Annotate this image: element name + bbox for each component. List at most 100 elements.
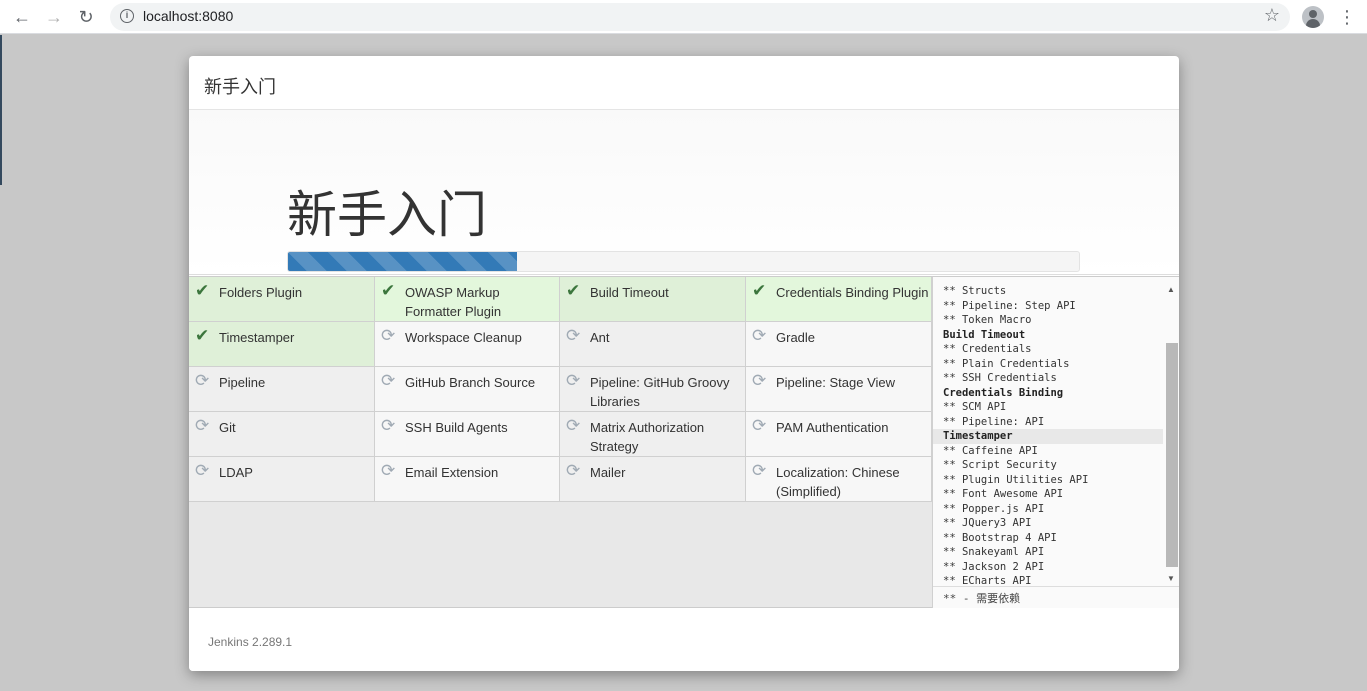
plugin-item: ⟳ SSH Build Agents: [375, 412, 560, 457]
plugin-item: ✔ Timestamper: [189, 322, 375, 367]
plugin-name: OWASP Markup Formatter Plugin: [405, 285, 502, 319]
dialog-title: 新手入门: [204, 77, 276, 97]
log-dependency-line: ** Structs: [943, 285, 1007, 297]
plugin-item: ⟳ Pipeline: Stage View: [746, 367, 932, 412]
log-scrollbar[interactable]: ▲ ▼: [1163, 283, 1179, 585]
plugin-item: ⟳ GitHub Branch Source: [375, 367, 560, 412]
plugin-name: Pipeline: GitHub Groovy Libraries: [590, 375, 730, 409]
plugin-item: ⟳ Matrix Authorization Strategy: [560, 412, 746, 457]
log-dependency-line: ** JQuery3 API: [943, 517, 1032, 529]
site-info-icon[interactable]: i: [120, 9, 134, 23]
plugin-item: ⟳ Git: [189, 412, 375, 457]
profile-avatar-icon[interactable]: [1302, 6, 1324, 28]
log-dependency-line: ** SSH Credentials: [943, 372, 1057, 384]
log-dependency-line: ** Popper.js API: [943, 502, 1045, 515]
scroll-up-icon[interactable]: ▲: [1167, 285, 1175, 294]
plugin-name: Pipeline: [219, 375, 266, 390]
log-legend: ** - 需要依赖: [933, 586, 1179, 608]
forward-icon[interactable]: →: [41, 4, 67, 30]
scroll-down-icon[interactable]: ▼: [1167, 574, 1175, 583]
refresh-icon: ⟳: [381, 416, 396, 435]
plugin-item: ⟳ Ant: [560, 322, 746, 367]
refresh-icon: ⟳: [566, 371, 581, 390]
log-dependency-line: ** Bootstrap 4 API: [943, 531, 1057, 544]
browser-toolbar: ← → ↻ i localhost:8080 ☆ ⋮: [0, 0, 1367, 34]
setup-dialog: 新手入门 新手入门 ✔ Folders Plugin ✔ OWASP Markup F…: [189, 56, 1179, 671]
refresh-icon: ⟳: [752, 326, 767, 345]
hero-panel: 新手入门: [189, 110, 1179, 275]
plugin-grid: ✔ Folders Plugin ✔ OWASP Markup Formatter P…: [189, 277, 932, 502]
log-dependency-line: ** Plugin Utilities API: [943, 473, 1089, 486]
check-icon: ✔: [195, 281, 210, 300]
plugin-name: Gradle: [776, 330, 816, 345]
log-dependency-line: ** Credentials: [943, 343, 1032, 355]
log-plugin-header: Credentials Binding: [943, 386, 1064, 399]
plugin-item: ⟳ Pipeline: GitHub Groovy Libraries: [560, 367, 746, 412]
browser-menu-icon[interactable]: ⋮: [1338, 5, 1356, 29]
plugin-item: ⟳ Gradle: [746, 322, 932, 367]
refresh-icon: ⟳: [752, 416, 767, 435]
plugin-name: Credentials Binding Plugin: [776, 285, 929, 300]
refresh-icon: ⟳: [752, 371, 767, 390]
plugin-name: Workspace Cleanup: [405, 330, 522, 345]
check-icon: ✔: [195, 326, 210, 345]
plugin-name: GitHub Branch Source: [405, 375, 536, 390]
plugin-name: Build Timeout: [590, 285, 669, 300]
install-log-panel: ** Structs ** Pipeline: Step API ** Token …: [932, 277, 1179, 608]
plugin-name: Mailer: [590, 465, 626, 480]
plugin-item: ⟳ LDAP: [189, 457, 375, 502]
log-plugin-header: Build Timeout: [943, 328, 1026, 341]
log-dependency-line: ** Token Macro: [943, 314, 1032, 326]
install-progress-bar: [287, 251, 1080, 272]
plugin-item: ⟳ Workspace Cleanup: [375, 322, 560, 367]
plugin-name: Git: [219, 420, 236, 435]
dialog-header: 新手入门: [189, 56, 1179, 110]
bookmark-star-icon[interactable]: ☆: [1264, 5, 1280, 26]
plugin-name: Matrix Authorization Strategy: [590, 420, 705, 454]
plugin-name: Ant: [590, 330, 610, 345]
plugin-item: ⟳ Localization: Chinese (Simplified): [746, 457, 932, 502]
plugin-item: ✔ OWASP Markup Formatter Plugin: [375, 277, 560, 322]
plugin-name: PAM Authentication: [776, 420, 889, 435]
address-bar[interactable]: i localhost:8080 ☆: [110, 3, 1290, 31]
log-dependency-line: ** Caffeine API: [943, 444, 1038, 457]
log-dependency-line: ** Script Security: [943, 459, 1057, 471]
log-dependency-line: ** Jackson 2 API: [943, 560, 1045, 573]
refresh-icon: ⟳: [381, 461, 396, 480]
log-dependency-line: ** Snakeyaml API: [943, 546, 1045, 558]
refresh-icon: ⟳: [195, 461, 210, 480]
refresh-icon: ⟳: [381, 326, 396, 345]
refresh-icon: ⟳: [195, 371, 210, 390]
jenkins-version: Jenkins 2.289.1: [208, 635, 293, 649]
check-icon: ✔: [566, 281, 581, 300]
log-dependency-line: ** Pipeline: Step API: [943, 299, 1076, 312]
log-dependency-line: ** ECharts API: [943, 575, 1032, 585]
plugin-name: Folders Plugin: [219, 285, 303, 300]
plugin-name: Timestamper: [219, 330, 295, 345]
plugin-item: ⟳ Mailer: [560, 457, 746, 502]
refresh-icon: ⟳: [195, 416, 210, 435]
reload-icon[interactable]: ↻: [73, 4, 99, 30]
plugin-item: ⟳ PAM Authentication: [746, 412, 932, 457]
plugin-name: Pipeline: Stage View: [776, 375, 896, 390]
install-content: ✔ Folders Plugin ✔ OWASP Markup Formatter P…: [189, 276, 1179, 608]
url-text[interactable]: localhost:8080: [143, 8, 233, 24]
back-icon[interactable]: ←: [9, 4, 35, 30]
plugin-name: SSH Build Agents: [405, 420, 508, 435]
window-edge: [0, 35, 2, 185]
refresh-icon: ⟳: [566, 326, 581, 345]
install-log-list[interactable]: ** Structs ** Pipeline: Step API ** Token …: [933, 277, 1163, 585]
plugin-item: ⟳ Email Extension: [375, 457, 560, 502]
refresh-icon: ⟳: [566, 461, 581, 480]
plugin-name: Localization: Chinese (Simplified): [776, 465, 900, 499]
progress-fill: [288, 252, 518, 271]
page-title: 新手入门: [287, 187, 487, 243]
plugin-item: ⟳ Pipeline: [189, 367, 375, 412]
log-dependency-line: ** SCM API: [943, 401, 1007, 413]
plugin-item: ✔ Folders Plugin: [189, 277, 375, 322]
log-plugin-header: Timestamper: [933, 429, 1163, 444]
scroll-thumb[interactable]: [1166, 343, 1178, 567]
dialog-footer: Jenkins 2.289.1: [189, 609, 1179, 671]
refresh-icon: ⟳: [566, 416, 581, 435]
log-dependency-line: ** Pipeline: API: [943, 415, 1045, 428]
